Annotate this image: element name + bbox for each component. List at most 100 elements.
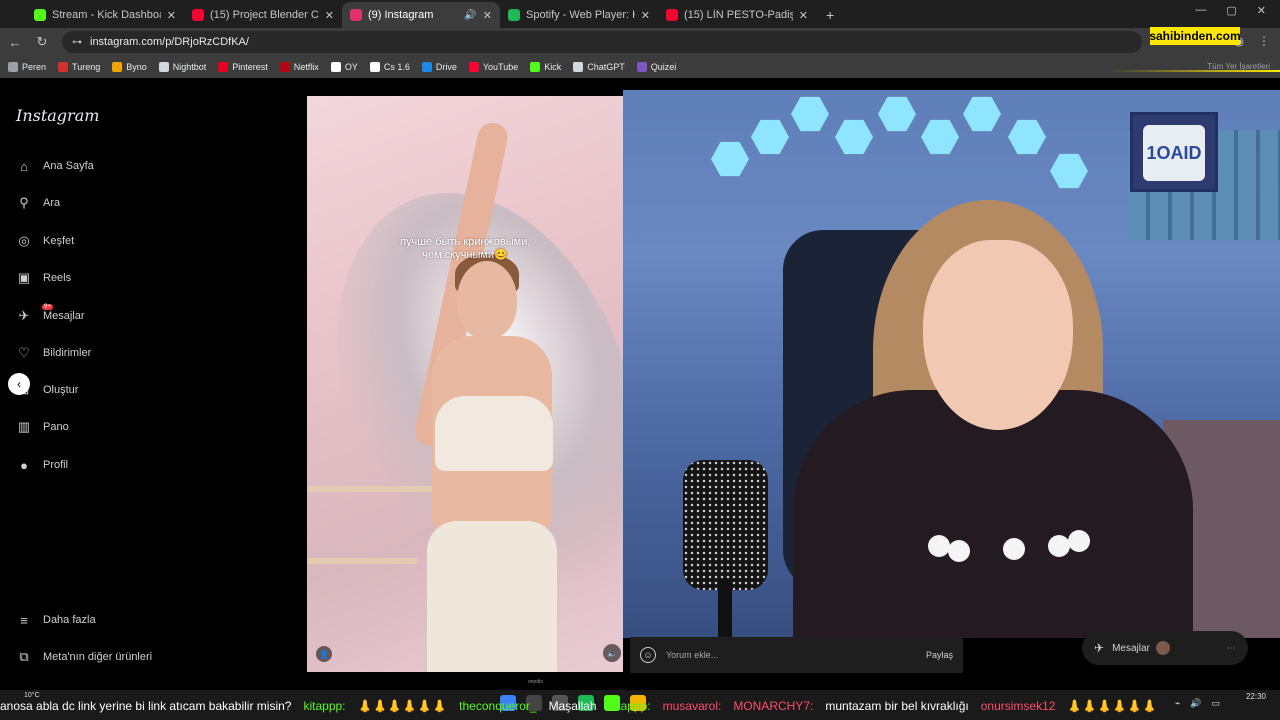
- light-panel: [1008, 119, 1046, 155]
- sidebar-item-heart[interactable]: ♡ Bildirimler: [16, 345, 91, 361]
- bookmark-item[interactable]: Tureng: [58, 62, 100, 72]
- messages-pill[interactable]: ✈ Mesajlar ⋯: [1082, 631, 1248, 665]
- sidebar-item-reels[interactable]: ▣ Reels: [16, 270, 71, 286]
- share-button[interactable]: Paylaş: [926, 650, 953, 660]
- mute-icon[interactable]: 🔈: [603, 644, 621, 662]
- bookmark-item[interactable]: Drive: [421, 62, 457, 72]
- tab-list: Stream - Kick Dashboard✕(15) Project Ble…: [0, 0, 816, 28]
- sahibinden-logo-overlay: sahibinden.com: [1149, 27, 1241, 45]
- reels-icon: ▣: [17, 270, 31, 285]
- sidebar-item-label: Pano: [43, 421, 69, 433]
- new-tab-button[interactable]: +: [826, 2, 834, 28]
- tab-title: (9) Instagram: [368, 9, 434, 21]
- streamer-face: [923, 240, 1073, 430]
- browser-tab[interactable]: (9) Instagram 🔊 ✕: [342, 2, 500, 28]
- sidebar-item-label: Ara: [43, 197, 61, 209]
- bookmark-item[interactable]: Peren: [8, 62, 46, 72]
- maximize-icon[interactable]: ▢: [1226, 4, 1236, 17]
- chat-message: MONARCHY7:: [733, 699, 814, 713]
- light-panel: [751, 119, 789, 155]
- back-icon[interactable]: ←: [3, 35, 27, 50]
- sidebar-item-meta[interactable]: ⧉ Meta'nın diğer ürünleri: [16, 649, 152, 665]
- bookmark-item[interactable]: OY: [330, 62, 358, 72]
- battery-icon[interactable]: ▭: [1211, 698, 1220, 709]
- dashboard-icon: ▥: [17, 419, 31, 434]
- reload-icon[interactable]: ↻: [30, 34, 54, 50]
- bookmark-label: Quizei: [650, 62, 677, 72]
- sidebar-item-avatar[interactable]: ● Profil: [16, 457, 68, 473]
- more-icon[interactable]: ⋯: [1226, 643, 1236, 654]
- comment-bar: ☺ Yorum ekle... Paylaş: [630, 637, 963, 673]
- comment-input[interactable]: Yorum ekle...: [666, 650, 718, 660]
- close-window-icon[interactable]: ✕: [1257, 4, 1266, 17]
- bookmark-item[interactable]: Kick: [530, 62, 561, 72]
- close-tab-icon[interactable]: ✕: [799, 9, 808, 22]
- chat-message: theconqueror_: [459, 699, 537, 713]
- bookmarks-bar: Peren Tureng Byno Nightbot Pinterest Netflix O…: [0, 56, 1280, 78]
- bookmark-label: Nightbot: [172, 62, 207, 72]
- site-info-icon[interactable]: ⊶: [72, 37, 82, 48]
- bookmark-item[interactable]: Cs 1.6: [369, 62, 410, 72]
- menu-icon: ≡: [20, 612, 28, 628]
- user-tag-icon[interactable]: 👤: [316, 646, 332, 662]
- avatar: [1155, 641, 1170, 655]
- bookmark-item[interactable]: Nightbot: [158, 62, 207, 72]
- bookmark-item[interactable]: Quizei: [636, 62, 677, 72]
- byno-icon: [112, 62, 123, 72]
- sidebar-item-more[interactable]: ≡ Daha fazla: [16, 612, 95, 628]
- sidebar-item-messages[interactable]: ✈ 9+ Mesajlar: [16, 304, 85, 324]
- ballet-barre: [307, 486, 447, 492]
- bookmark-label: Cs 1.6: [383, 62, 410, 72]
- bookmark-item[interactable]: Byno: [112, 62, 147, 72]
- shirt-print: [1048, 535, 1070, 557]
- dancer-pants: [427, 521, 557, 672]
- sidebar-item-label: Oluştur: [43, 384, 79, 396]
- messages-icon: ✈: [1094, 641, 1105, 655]
- wall-frame: 1OAID: [1130, 112, 1218, 192]
- bookmark-item[interactable]: YouTube: [468, 62, 518, 72]
- browser-tab[interactable]: Spotify - Web Player: Herkes iç ✕: [500, 2, 658, 28]
- chatgpt-icon: [573, 62, 584, 72]
- sidebar-item-search[interactable]: ⚲ Ara: [16, 195, 60, 211]
- sidebar-item-home[interactable]: ⌂ Ana Sayfa: [16, 158, 94, 174]
- instagram-logo[interactable]: Instagram: [16, 106, 99, 125]
- bookmark-item[interactable]: Pinterest: [218, 62, 268, 72]
- messages-pill-label: Mesajlar: [1112, 642, 1150, 654]
- bookmark-item[interactable]: ChatGPT: [573, 62, 625, 72]
- sidebar-item-label: Mesajlar: [43, 310, 85, 322]
- close-tab-icon[interactable]: ✕: [325, 9, 334, 22]
- bookmark-item[interactable]: Netflix: [279, 62, 319, 72]
- taskbar-clock[interactable]: 22:30: [1246, 692, 1266, 702]
- browser-tab[interactable]: (15) LİN PESTO-Padişah - YouTu ✕: [658, 2, 816, 28]
- youtube-icon: [666, 9, 678, 21]
- reel-video[interactable]: лучше быть кринжовыми, чем скучными😊 👤 🔈: [307, 96, 623, 672]
- light-panel: [921, 119, 959, 155]
- browser-tab[interactable]: (15) Project Blender CF Stream ✕: [184, 2, 342, 28]
- close-tab-icon[interactable]: ✕: [483, 9, 492, 22]
- tureng-icon: [58, 62, 69, 72]
- speaker-icon[interactable]: 🔊: [464, 10, 476, 21]
- address-bar[interactable]: ⊶ instagram.com/p/DRjoRzCDfKA/: [62, 31, 1142, 53]
- bookmark-label: ChatGPT: [587, 62, 625, 72]
- chevron-left-icon[interactable]: ‹: [8, 373, 30, 395]
- minimize-icon[interactable]: —: [1195, 4, 1206, 17]
- emoji-icon[interactable]: ☺: [640, 647, 656, 663]
- browser-tab[interactable]: Stream - Kick Dashboard ✕: [26, 2, 184, 28]
- browser-toolbar: ← ↻ ⊶ instagram.com/p/DRjoRzCDfKA/ ⧉ ☆ ◉…: [0, 28, 1280, 56]
- volume-icon[interactable]: 🔊: [1190, 698, 1201, 709]
- youtube-icon: [468, 62, 479, 72]
- window-controls: — ▢ ✕: [1195, 4, 1280, 17]
- sidebar-item-dashboard[interactable]: ▥ Pano: [16, 419, 69, 435]
- close-tab-icon[interactable]: ✕: [167, 9, 176, 22]
- shirt-print: [928, 535, 950, 557]
- reel-caption: лучше быть кринжовыми, чем скучными😊: [307, 236, 623, 262]
- notification-badge: 9+: [42, 304, 53, 310]
- more-menu-icon[interactable]: ⋮: [1258, 34, 1270, 48]
- light-panel: [878, 96, 916, 132]
- bookmark-list: Peren Tureng Byno Nightbot Pinterest Netflix O…: [8, 62, 688, 72]
- sidebar-item-explore[interactable]: ◎ Keşfet: [16, 233, 74, 249]
- close-tab-icon[interactable]: ✕: [641, 9, 650, 22]
- netflix-icon: [279, 62, 290, 72]
- network-icon[interactable]: ⌁: [1175, 698, 1180, 709]
- sidebar-item-label: Bildirimler: [43, 347, 92, 359]
